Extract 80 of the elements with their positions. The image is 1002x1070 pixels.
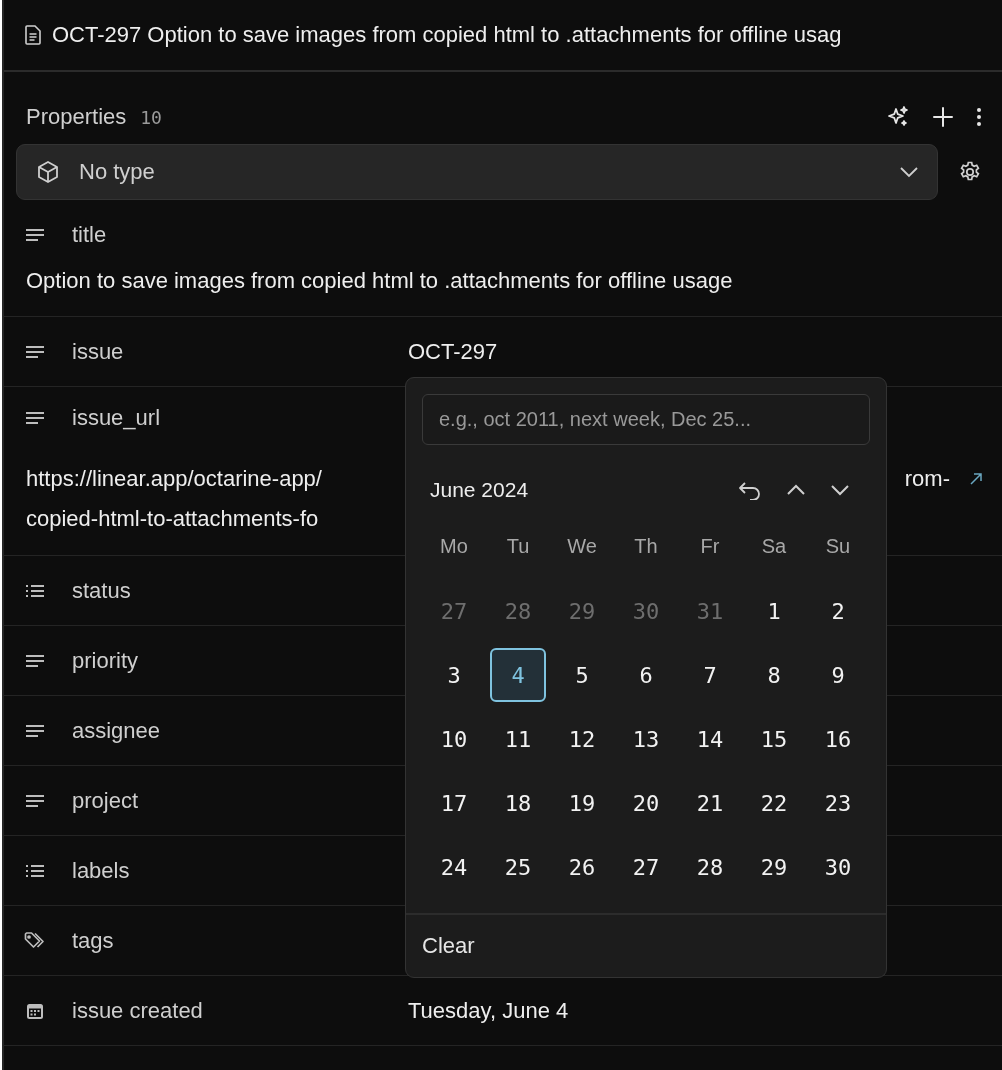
calendar-day[interactable]: 29: [746, 840, 802, 894]
property-label: status: [72, 577, 132, 604]
property-value[interactable]: OCT-297: [408, 338, 498, 365]
calendar-icon: [24, 1001, 46, 1020]
property-label: priority: [72, 647, 139, 674]
calendar-day[interactable]: 1: [746, 584, 802, 638]
weekday-label: Su: [824, 535, 852, 559]
document-icon: [24, 25, 42, 45]
property-label: issue created: [72, 997, 204, 1024]
calendar-day[interactable]: 26: [554, 840, 610, 894]
calendar-day[interactable]: 3: [426, 648, 482, 702]
url-link[interactable]: https://linear.app/octarine-app/: [26, 466, 322, 492]
document-title: OCT-297 Option to save images from copied html to .attachments for offline usag: [52, 22, 842, 48]
chevron-down-icon[interactable]: [830, 484, 850, 496]
text-lines-icon: [24, 653, 46, 668]
weekday-label: Sa: [760, 535, 788, 559]
calendar-day[interactable]: 19: [554, 776, 610, 830]
calendar-day[interactable]: 22: [746, 776, 802, 830]
clear-button[interactable]: Clear: [422, 933, 475, 959]
cube-icon: [35, 159, 61, 185]
calendar-day[interactable]: 24: [426, 840, 482, 894]
calendar-day[interactable]: 8: [746, 648, 802, 702]
calendar-day[interactable]: 20: [618, 776, 674, 830]
calendar-day[interactable]: 9: [810, 648, 866, 702]
property-value[interactable]: Tuesday, June 4: [408, 997, 569, 1024]
weekday-label: Mo: [439, 535, 469, 559]
calendar-day[interactable]: 18: [490, 776, 546, 830]
weekday-label: Fr: [699, 535, 721, 559]
calendar-day[interactable]: 17: [426, 776, 482, 830]
property-label: project: [72, 787, 140, 814]
property-label: issue: [72, 338, 125, 365]
property-label: title: [72, 222, 108, 248]
calendar-day[interactable]: 14: [682, 712, 738, 766]
url-link[interactable]: rom-: [904, 466, 950, 492]
month-label: June 2024: [430, 478, 529, 502]
text-lines-icon: [24, 723, 46, 738]
url-link[interactable]: copied-html-to-attachments-fo: [26, 506, 319, 532]
calendar-day[interactable]: 23: [810, 776, 866, 830]
property-label: issue_url: [72, 405, 162, 431]
property-value[interactable]: Option to save images from copied html to .attachments for offline usage: [24, 258, 984, 316]
calendar-day[interactable]: 12: [554, 712, 610, 766]
text-lines-icon: [24, 411, 46, 425]
bulleted-list-icon: [24, 583, 46, 598]
calendar-day[interactable]: 15: [746, 712, 802, 766]
weekday-label: Tu: [505, 535, 531, 559]
plus-icon[interactable]: [932, 106, 954, 128]
undo-icon[interactable]: [738, 480, 762, 500]
calendar-day[interactable]: 27: [618, 840, 674, 894]
calendar-day[interactable]: 30: [810, 840, 866, 894]
calendar-day[interactable]: 11: [490, 712, 546, 766]
external-link-icon[interactable]: [968, 471, 984, 487]
calendar-day[interactable]: 6: [618, 648, 674, 702]
date-search-field[interactable]: e.g., oct 2011, next week, Dec 25...: [422, 394, 870, 445]
calendar-day[interactable]: 21: [682, 776, 738, 830]
calendar-day[interactable]: 10: [426, 712, 482, 766]
property-label: labels: [72, 857, 131, 884]
sparkles-icon[interactable]: [886, 105, 910, 129]
calendar-day[interactable]: 5: [554, 648, 610, 702]
chevron-down-icon: [899, 166, 919, 178]
calendar-day[interactable]: 25: [490, 840, 546, 894]
property-label: tags: [72, 927, 115, 954]
tag-icon: [24, 931, 46, 950]
calendar-day[interactable]: 4: [490, 648, 546, 702]
property-label: assignee: [72, 717, 162, 744]
calendar-day[interactable]: 16: [810, 712, 866, 766]
calendar-day[interactable]: 28: [682, 840, 738, 894]
weekday-label: Th: [633, 535, 659, 559]
more-icon[interactable]: [976, 107, 982, 127]
properties-heading: Properties: [26, 104, 127, 130]
text-lines-icon: [24, 228, 46, 242]
calendar-day[interactable]: 7: [682, 648, 738, 702]
text-lines-icon: [24, 344, 46, 359]
calendar-day[interactable]: 2: [810, 584, 866, 638]
weekday-label: We: [566, 535, 598, 559]
chevron-up-icon[interactable]: [786, 484, 806, 496]
text-lines-icon: [24, 793, 46, 808]
type-dropdown[interactable]: No type: [16, 144, 938, 200]
calendar-day[interactable]: 13: [618, 712, 674, 766]
property-count: 10: [140, 106, 162, 128]
bulleted-list-icon: [24, 863, 46, 878]
